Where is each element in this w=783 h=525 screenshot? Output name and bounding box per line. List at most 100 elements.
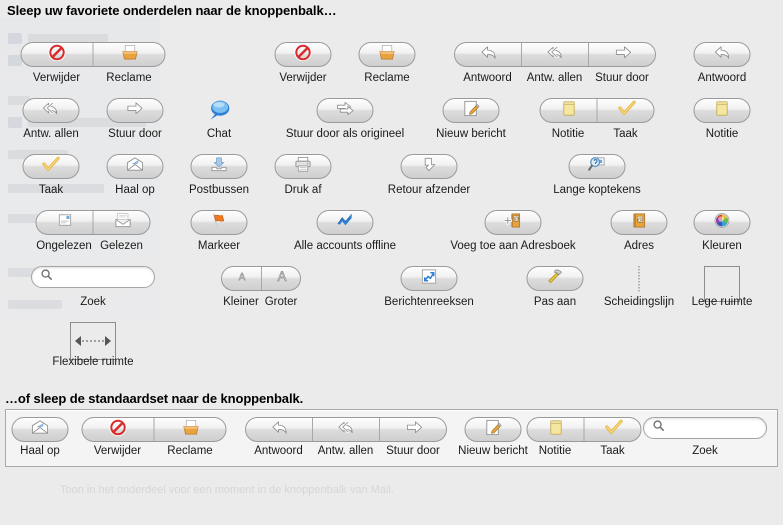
segment-antwoord[interactable]	[246, 418, 313, 441]
label-reclame: Reclame	[106, 72, 152, 84]
item-reclame-capsule[interactable]	[358, 42, 416, 67]
customize-icon	[546, 267, 565, 291]
palette-row: Zoek A A Kleiner Groter Berichtenreeksen Pas a…	[0, 266, 783, 318]
text-smaller-icon: A	[233, 267, 251, 290]
item-haal-op-capsule[interactable]	[106, 154, 164, 179]
default-group-notitie-taak-capsule[interactable]	[526, 417, 642, 442]
default-nieuw-bericht-capsule[interactable]	[464, 417, 522, 442]
sheet-bottom-bar: Toon: Symbolen en tekst Gereed	[0, 480, 783, 525]
segment-taak[interactable]	[585, 418, 641, 441]
item-berichtenreeksen-label: Berichtenreeksen	[384, 296, 474, 308]
item-postbussen-label: Postbussen	[188, 184, 250, 196]
group-ongelezen-gelezen-labels: Ongelezen Gelezen	[36, 240, 151, 252]
item-antw-allen-capsule[interactable]	[22, 98, 80, 123]
svg-text:@: @	[637, 217, 643, 223]
svg-text:@: @	[514, 216, 519, 222]
item-adres-capsule[interactable]: @	[610, 210, 668, 235]
label-antwoord: Antwoord	[463, 72, 512, 84]
item-markeer-capsule[interactable]	[190, 210, 248, 235]
item-adres-label: Adres	[623, 240, 655, 252]
palette-row: Ongelezen Gelezen Markeer Alle accounts off…	[0, 210, 783, 262]
segment-reclame[interactable]	[155, 418, 226, 441]
default-haal-op-capsule[interactable]	[11, 417, 69, 442]
group-ongelezen-gelezen-capsule[interactable]	[35, 210, 151, 235]
segment-ongelezen[interactable]	[37, 211, 94, 234]
item-berichtenreeksen-capsule[interactable]	[400, 266, 458, 291]
segment-gelezen[interactable]	[94, 211, 150, 234]
group-kleiner-groter-capsule[interactable]: AA	[221, 266, 301, 291]
segment-taak[interactable]	[598, 99, 654, 122]
getmail-icon	[126, 155, 145, 179]
item-retour-afzender-label: Retour afzender	[387, 184, 471, 196]
item-verwijder-capsule[interactable]	[274, 42, 332, 67]
todo-icon	[42, 155, 61, 179]
getmail-icon	[31, 418, 50, 442]
label-reclame: Reclame	[167, 445, 213, 457]
default-group-antwoord-set-capsule[interactable]	[245, 417, 447, 442]
segment-notitie[interactable]	[528, 418, 585, 441]
mailbox-icon	[210, 155, 229, 179]
label-verwijder: Verwijder	[93, 445, 142, 457]
segment-kleiner[interactable]: A	[222, 267, 262, 290]
default-group-antwoord-set-labels: Antwoord Antw. allen Stuur door	[245, 445, 447, 457]
item-alle-accounts-offline-capsule[interactable]	[316, 210, 374, 235]
item-stuur-door-origineel-label: Stuur door als origineel	[285, 128, 405, 140]
item-postbussen-capsule[interactable]	[190, 154, 248, 179]
item-stuur-door-label: Stuur door	[108, 128, 162, 140]
segment-antw-allen[interactable]	[313, 418, 380, 441]
item-lange-koptekens-capsule[interactable]	[568, 154, 626, 179]
item-haal-op-label: Haal op	[115, 184, 155, 196]
segment-reclame[interactable]	[94, 43, 165, 66]
flexible-space-placeholder[interactable]	[70, 322, 116, 360]
item-voeg-toe-adresboek-capsule[interactable]: @	[484, 210, 542, 235]
segment-antw-allen[interactable]	[522, 43, 589, 66]
item-nieuw-bericht-capsule[interactable]	[442, 98, 500, 123]
item-alle-accounts-offline-label: Alle accounts offline	[293, 240, 397, 252]
group-kleiner-groter-labels: Kleiner Groter	[221, 296, 301, 308]
default-group-verwijder-reclame-capsule[interactable]	[81, 417, 227, 442]
default-toolbar-set[interactable]: Haal op Verwijder Reclame Antwoord Antw. all…	[5, 409, 778, 467]
item-antwoord-capsule[interactable]	[693, 42, 751, 67]
segment-verwijder[interactable]	[22, 43, 94, 66]
note-icon	[713, 99, 732, 123]
reply-icon	[479, 43, 498, 66]
compose-icon	[484, 418, 503, 442]
forward-original-icon	[336, 99, 355, 123]
item-verwijder-label: Verwijder	[279, 72, 327, 84]
label-antwoord: Antwoord	[254, 445, 303, 457]
item-notitie-capsule[interactable]	[693, 98, 751, 123]
group-antwoord-set-capsule[interactable]	[454, 42, 656, 67]
group-verwijder-reclame-capsule[interactable]	[20, 42, 166, 67]
separator-placeholder[interactable]	[638, 266, 640, 292]
default-zoek-field[interactable]	[643, 417, 767, 439]
label-stuur-door: Stuur door	[386, 445, 440, 457]
reply-icon	[270, 418, 289, 441]
print-icon	[294, 155, 313, 179]
segment-notitie[interactable]	[541, 99, 598, 122]
default-haal-op-label: Haal op	[20, 445, 60, 457]
item-pas-aan-capsule[interactable]	[526, 266, 584, 291]
delete-icon	[109, 418, 128, 441]
segment-verwijder[interactable]	[83, 418, 155, 441]
group-notitie-taak-capsule[interactable]	[539, 98, 655, 123]
item-retour-afzender-capsule[interactable]	[400, 154, 458, 179]
label-notitie: Notitie	[551, 128, 585, 140]
item-taak-label: Taak	[38, 184, 64, 196]
junk-icon	[121, 43, 140, 66]
item-zoek-field[interactable]	[31, 266, 155, 288]
default-group-notitie-taak-labels: Notitie Taak	[527, 445, 642, 457]
segment-stuur-door[interactable]	[589, 43, 655, 66]
item-taak-capsule[interactable]	[22, 154, 80, 179]
segment-antwoord[interactable]	[455, 43, 522, 66]
item-kleuren-capsule[interactable]	[693, 210, 751, 235]
segment-stuur-door[interactable]	[380, 418, 446, 441]
item-markeer-label: Markeer	[197, 240, 241, 252]
segment-groter[interactable]: A	[262, 267, 300, 290]
page-title: Sleep uw favoriete onderdelen naar de kn…	[7, 3, 337, 18]
item-druk-af-capsule[interactable]	[274, 154, 332, 179]
item-antw-allen-label: Antw. allen	[23, 128, 79, 140]
reply-all-icon	[337, 418, 356, 441]
chat-icon[interactable]	[207, 97, 231, 123]
item-stuur-door-origineel-capsule[interactable]	[316, 98, 374, 123]
item-stuur-door-capsule[interactable]	[106, 98, 164, 123]
